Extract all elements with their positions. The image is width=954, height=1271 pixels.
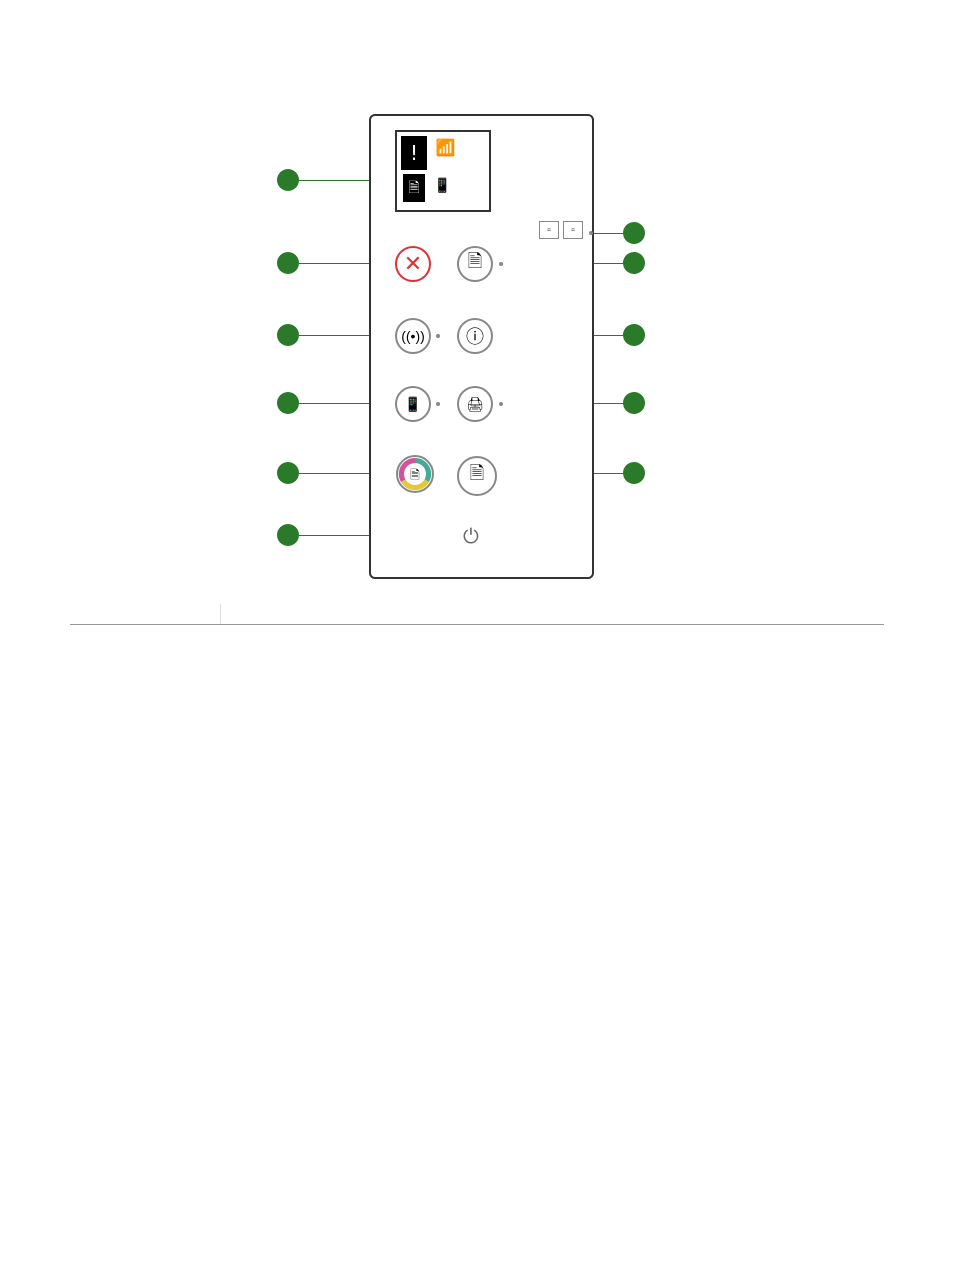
wireless-button[interactable]: ((•)): [395, 318, 431, 354]
callout-1: [277, 169, 299, 191]
callout-2: [277, 252, 299, 274]
eprint-icon: 🖨: [466, 396, 484, 413]
resume-icon: 🗎: [468, 249, 482, 279]
copy-color-icon: 🗎: [395, 454, 435, 494]
start-copy-black-button[interactable]: 🗎: [457, 456, 497, 496]
column-header-description: [220, 604, 884, 625]
wireless-icon: ((•)): [401, 328, 425, 344]
doc-icon: 🗎: [403, 174, 425, 202]
wifi-direct-button[interactable]: 📱: [395, 386, 431, 422]
signal-icon: 📶: [436, 138, 456, 157]
callout-6: [277, 524, 299, 546]
printhead-alert-light-right: ▫: [563, 221, 583, 239]
page-footer: [60, 1207, 884, 1223]
callout-3: [277, 324, 299, 346]
power-icon: ⏻: [463, 526, 479, 548]
start-copy-color-button[interactable]: 🗎: [395, 454, 435, 494]
features-table: [70, 604, 884, 625]
copy-black-icon: 🗎: [470, 461, 484, 491]
power-button[interactable]: ⏻: [463, 526, 479, 549]
printer-control-panel: ! 📶 🗎 📱 ▫ ▫ ✕ 🗎 ((•)) ⓘ 📱: [369, 114, 594, 579]
cancel-icon: ✕: [404, 251, 422, 277]
svg-text:🗎: 🗎: [410, 468, 420, 482]
alert-icon: !: [401, 136, 427, 170]
wifi-direct-icon: 📱: [434, 178, 451, 194]
cancel-button[interactable]: ✕: [395, 246, 431, 282]
control-panel-diagram: ! 📶 🗎 📱 ▫ ▫ ✕ 🗎 ((•)) ⓘ 📱: [277, 114, 677, 584]
callout-5: [277, 462, 299, 484]
resume-button[interactable]: 🗎: [457, 246, 493, 282]
eprint-button[interactable]: 🖨: [457, 386, 493, 422]
printhead-alert-light-left: ▫: [539, 221, 559, 239]
control-panel-display: ! 📶 🗎 📱: [395, 130, 491, 212]
wifi-direct-button-icon: 📱: [404, 396, 421, 413]
information-button[interactable]: ⓘ: [457, 318, 493, 354]
info-icon: ⓘ: [466, 323, 484, 349]
column-header-feature: [70, 604, 220, 625]
callout-4: [277, 392, 299, 414]
